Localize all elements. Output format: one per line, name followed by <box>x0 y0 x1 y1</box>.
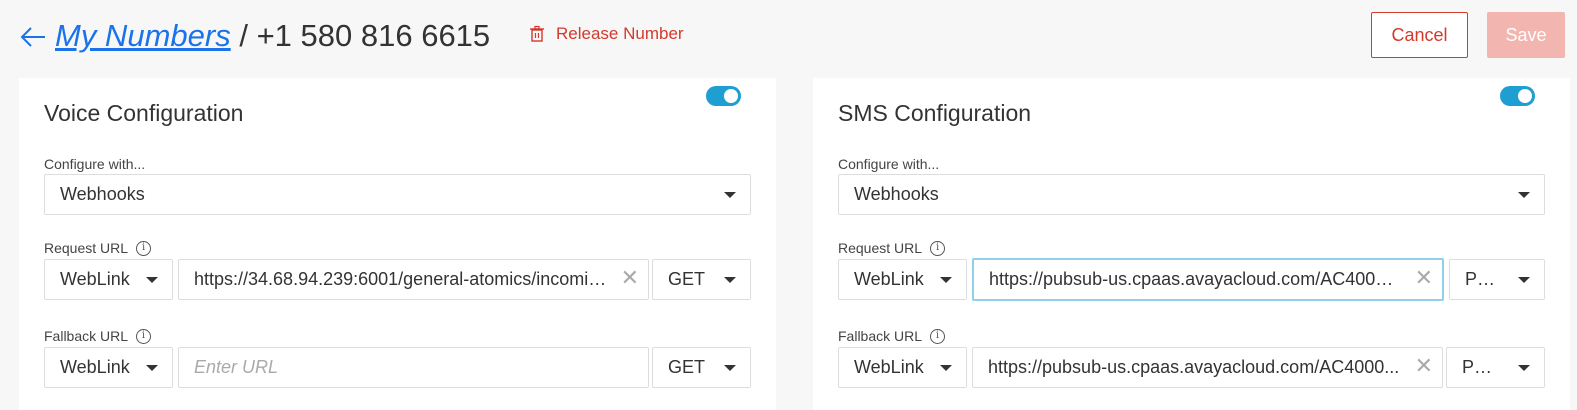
trash-icon <box>530 25 544 42</box>
voice-fallback-method-select[interactable]: GET <box>652 347 751 388</box>
voice-request-method-select[interactable]: GET <box>652 259 751 300</box>
release-number-button[interactable]: Release Number <box>528 24 684 44</box>
voice-request-url-label: Request URL i <box>44 240 152 256</box>
caret-down-icon <box>146 365 158 371</box>
sms-configuration-panel: SMS Configuration Configure with... Webh… <box>813 78 1570 410</box>
caret-down-icon <box>1518 192 1530 198</box>
caret-down-icon <box>1518 277 1530 283</box>
info-icon[interactable]: i <box>136 328 152 344</box>
caret-down-icon <box>146 277 158 283</box>
voice-request-type-select[interactable]: WebLink <box>44 259 173 300</box>
sms-fallback-url-label: Fallback URL i <box>838 328 946 344</box>
info-icon[interactable]: i <box>136 240 152 256</box>
save-button[interactable]: Save <box>1487 12 1565 58</box>
voice-configuration-title: Voice Configuration <box>44 100 244 126</box>
phone-number-title: +1 580 816 6615 <box>256 18 491 53</box>
close-icon[interactable]: ✕ <box>1415 267 1433 289</box>
info-icon[interactable]: i <box>930 328 946 344</box>
cancel-button[interactable]: Cancel <box>1371 12 1468 58</box>
voice-configuration-panel: Voice Configuration Configure with... We… <box>19 78 776 410</box>
sms-configuration-title: SMS Configuration <box>838 100 1032 126</box>
sms-fallback-method-select[interactable]: POST <box>1446 347 1545 388</box>
caret-down-icon <box>724 277 736 283</box>
arrow-left-icon[interactable] <box>18 22 48 52</box>
caret-down-icon <box>940 365 952 371</box>
caret-down-icon <box>1518 365 1530 371</box>
close-icon[interactable]: ✕ <box>1415 355 1433 377</box>
voice-configure-select[interactable]: Webhooks <box>44 174 751 215</box>
caret-down-icon <box>724 365 736 371</box>
toggle-knob <box>724 89 738 103</box>
sms-enabled-toggle[interactable] <box>1500 86 1535 106</box>
voice-fallback-type-select[interactable]: WebLink <box>44 347 173 388</box>
close-icon[interactable]: ✕ <box>621 267 639 289</box>
page-title: My Numbers / +1 580 816 6615 <box>55 14 490 58</box>
release-number-label: Release Number <box>556 24 684 43</box>
sms-configure-select[interactable]: Webhooks <box>838 174 1545 215</box>
voice-enabled-toggle[interactable] <box>706 86 741 106</box>
sms-fallback-type-select[interactable]: WebLink <box>838 347 967 388</box>
sms-request-url-label: Request URL i <box>838 240 946 256</box>
toggle-knob <box>1518 89 1532 103</box>
sms-request-method-select[interactable]: POST <box>1449 259 1545 300</box>
voice-request-url-input[interactable]: https://34.68.94.239:6001/general-atomic… <box>178 259 649 300</box>
caret-down-icon <box>724 192 736 198</box>
voice-fallback-url-input[interactable]: Enter URL <box>178 347 649 388</box>
breadcrumb-separator: / <box>239 18 248 53</box>
breadcrumb-my-numbers[interactable]: My Numbers <box>55 18 231 53</box>
sms-request-url-input[interactable]: https://pubsub-us.cpaas.avayacloud.com/A… <box>972 258 1444 301</box>
sms-configure-label: Configure with... <box>838 156 940 172</box>
sms-fallback-url-input[interactable]: https://pubsub-us.cpaas.avayacloud.com/A… <box>972 347 1443 388</box>
page-header: My Numbers / +1 580 816 6615 Release Num… <box>0 0 1577 72</box>
sms-request-type-select[interactable]: WebLink <box>838 259 967 300</box>
info-icon[interactable]: i <box>930 240 946 256</box>
caret-down-icon <box>940 277 952 283</box>
voice-fallback-url-label: Fallback URL i <box>44 328 152 344</box>
voice-configure-label: Configure with... <box>44 156 146 172</box>
